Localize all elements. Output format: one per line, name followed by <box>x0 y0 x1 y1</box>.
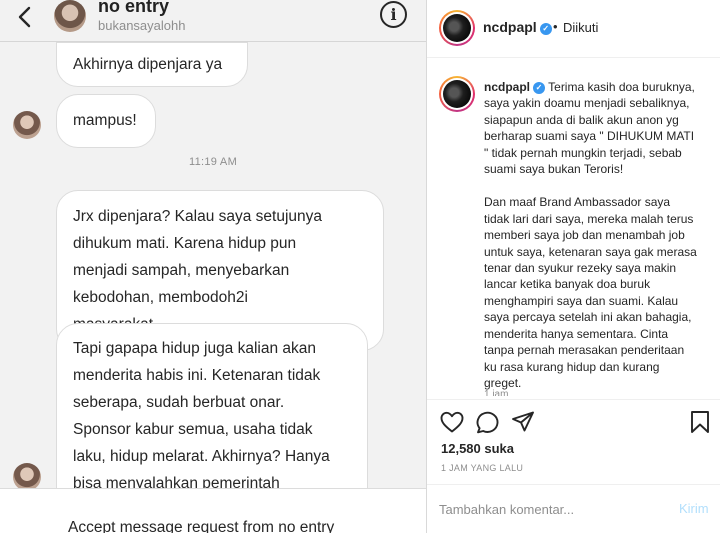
verified-badge-icon: ✓ <box>539 23 552 35</box>
author-username-text[interactable]: ncdpapl <box>483 19 537 35</box>
separator-dot: • <box>553 19 558 34</box>
chat-username: bukansayalohh <box>98 18 186 33</box>
message-timestamp: 11:19 AM <box>188 156 238 168</box>
post-panel: ncdpapl ✓ • Diikuti ncdpapl ✓ Terima kasih… <box>427 0 720 533</box>
following-status[interactable]: Diikuti <box>563 20 598 35</box>
comment-icon[interactable] <box>475 410 501 434</box>
author-avatar[interactable] <box>439 10 475 46</box>
back-arrow-icon[interactable] <box>14 4 36 30</box>
heart-icon[interactable] <box>439 410 465 434</box>
chat-name[interactable]: no entry <box>98 0 169 17</box>
message-bubble: Akhirnya dipenjara ya <box>56 42 248 87</box>
post-comment-button[interactable]: Kirim <box>679 501 709 516</box>
actions-divider <box>427 399 720 400</box>
header-divider <box>427 57 720 58</box>
post-caption: ncdpapl ✓ Terima kasih doa buruknya, saya… <box>484 79 712 391</box>
caption-text-1: Terima kasih doa buruknya, saya yakin do… <box>484 80 695 177</box>
likes-count[interactable]: 12,580 suka <box>441 441 514 456</box>
message-request-bar: Accept message request from no entry <box>0 488 426 533</box>
caption-username[interactable]: ncdpapl <box>484 80 530 94</box>
dm-header: no entry bukansayalohh i <box>0 0 426 42</box>
bookmark-icon[interactable] <box>689 410 711 434</box>
message-bubble: mampus! <box>56 94 156 148</box>
post-time: 1 JAM YANG LALU <box>441 463 524 473</box>
caption-avatar[interactable] <box>439 76 475 112</box>
comment-divider <box>427 484 720 485</box>
sender-avatar[interactable] <box>13 463 41 491</box>
sender-avatar[interactable] <box>13 111 41 139</box>
accept-request-button[interactable]: Accept message request from no entry <box>68 519 334 533</box>
verified-badge-icon: ✓ <box>533 82 546 94</box>
author-username[interactable]: ncdpapl ✓ <box>483 19 552 35</box>
paper-plane-icon[interactable] <box>511 410 535 434</box>
caption-text-2: Dan maaf Brand Ambassador saya tidak lar… <box>484 195 697 390</box>
info-icon[interactable]: i <box>380 1 407 28</box>
dm-panel: no entry bukansayalohh i Akhirnya dipenj… <box>0 0 426 533</box>
caption-time: 1 jam <box>484 389 509 396</box>
comment-input[interactable] <box>439 496 659 522</box>
chat-avatar[interactable] <box>54 0 86 32</box>
